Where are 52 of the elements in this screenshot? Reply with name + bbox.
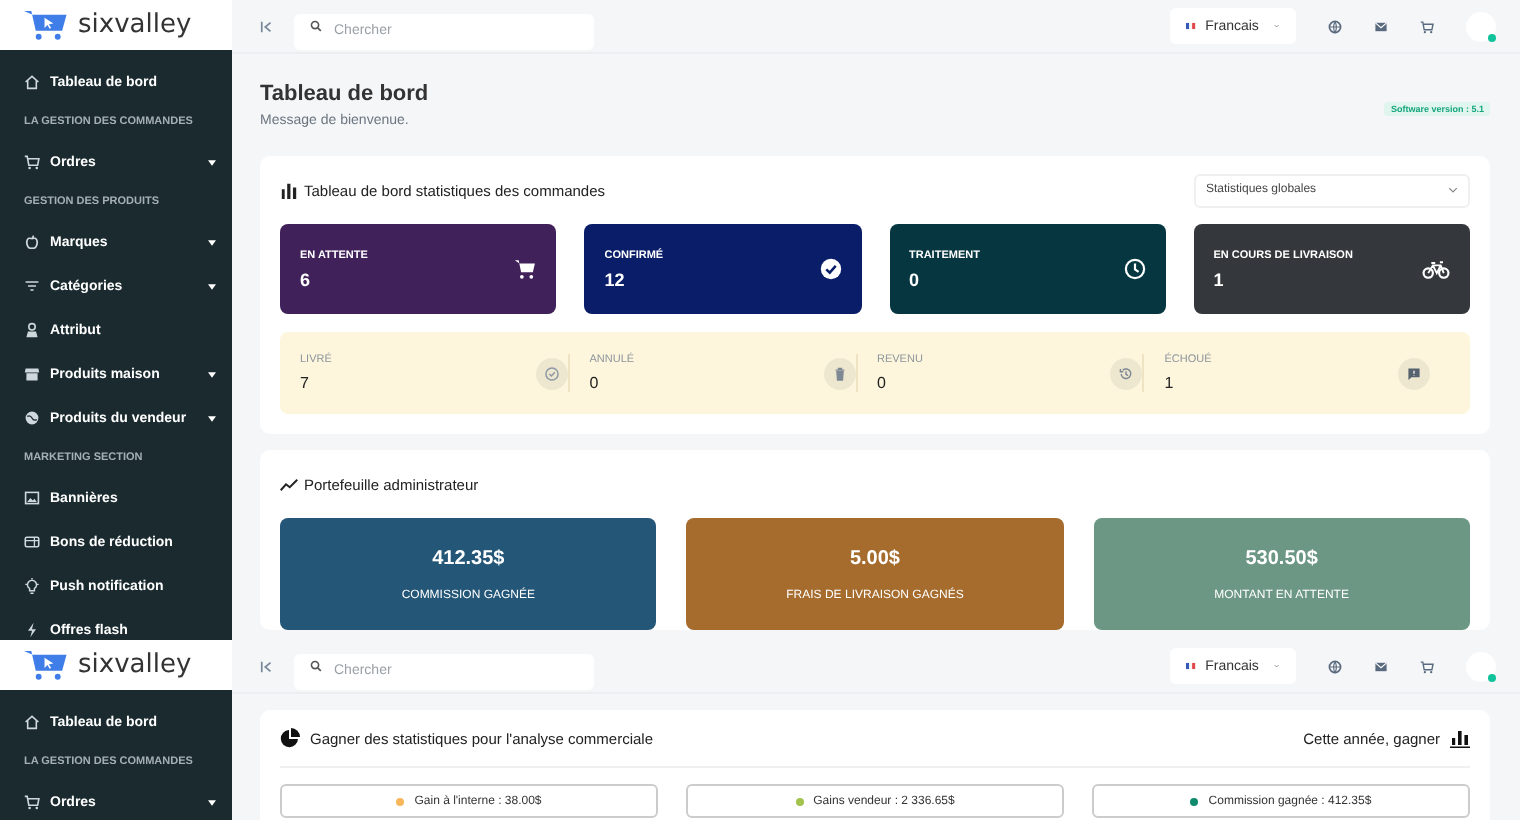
cart-icon (514, 258, 537, 280)
status-count: 1 (1213, 269, 1226, 289)
trend-line-icon (280, 475, 298, 493)
check-circle-icon (543, 365, 560, 381)
online-dot (1488, 673, 1496, 681)
mail-icon[interactable] (1374, 659, 1388, 673)
cart-logo-icon (24, 8, 68, 42)
cart-icon[interactable] (1420, 659, 1434, 673)
wallet-amount: 5.00$ (849, 547, 900, 569)
history-icon (1118, 365, 1135, 381)
clock-icon (1123, 258, 1146, 280)
pie-chart-icon (280, 728, 300, 748)
flag-icon (1186, 20, 1196, 32)
apple-icon (24, 234, 40, 250)
chevron-down-icon (1448, 186, 1458, 194)
status-count: 6 (300, 269, 313, 289)
bar-chart-icon (1450, 728, 1470, 748)
online-dot (1488, 33, 1496, 41)
stat-count: 1 (1164, 374, 1176, 392)
person-icon (24, 322, 40, 338)
status-count: 0 (909, 269, 922, 289)
flag-icon (1186, 660, 1196, 672)
cart-icon (24, 154, 40, 170)
stat-count: 7 (300, 374, 311, 392)
search-icon (310, 20, 322, 32)
cart-logo-icon (24, 648, 68, 682)
brand-name: sixvalley (78, 10, 192, 40)
bicycle-icon (1422, 259, 1450, 279)
bar-chart-icon (280, 181, 298, 199)
status-count: 12 (604, 269, 627, 289)
stat-count: 0 (589, 374, 601, 392)
collapse-icon[interactable] (260, 19, 274, 33)
check-circle-icon (819, 258, 841, 280)
cart-icon (24, 794, 40, 810)
wallet-amount: 530.50$ (1245, 547, 1318, 569)
trash-icon (831, 365, 847, 381)
cart-icon[interactable] (1420, 19, 1434, 33)
brand-name: sixvalley (78, 650, 192, 680)
home-icon (24, 714, 40, 730)
wallet-amount: 412.35$ (432, 547, 505, 569)
mail-icon[interactable] (1374, 19, 1388, 33)
home-icon (24, 74, 40, 90)
ticket-icon (24, 534, 40, 550)
stat-count: 0 (877, 374, 888, 392)
shop-icon (24, 366, 40, 382)
page-title: Tableau de bord (260, 82, 429, 106)
search-icon (310, 660, 322, 672)
image-icon (24, 490, 40, 506)
chat-icon (1406, 365, 1422, 381)
bulb-icon (24, 578, 40, 594)
filter-icon (24, 278, 40, 294)
collapse-icon[interactable] (260, 659, 274, 673)
